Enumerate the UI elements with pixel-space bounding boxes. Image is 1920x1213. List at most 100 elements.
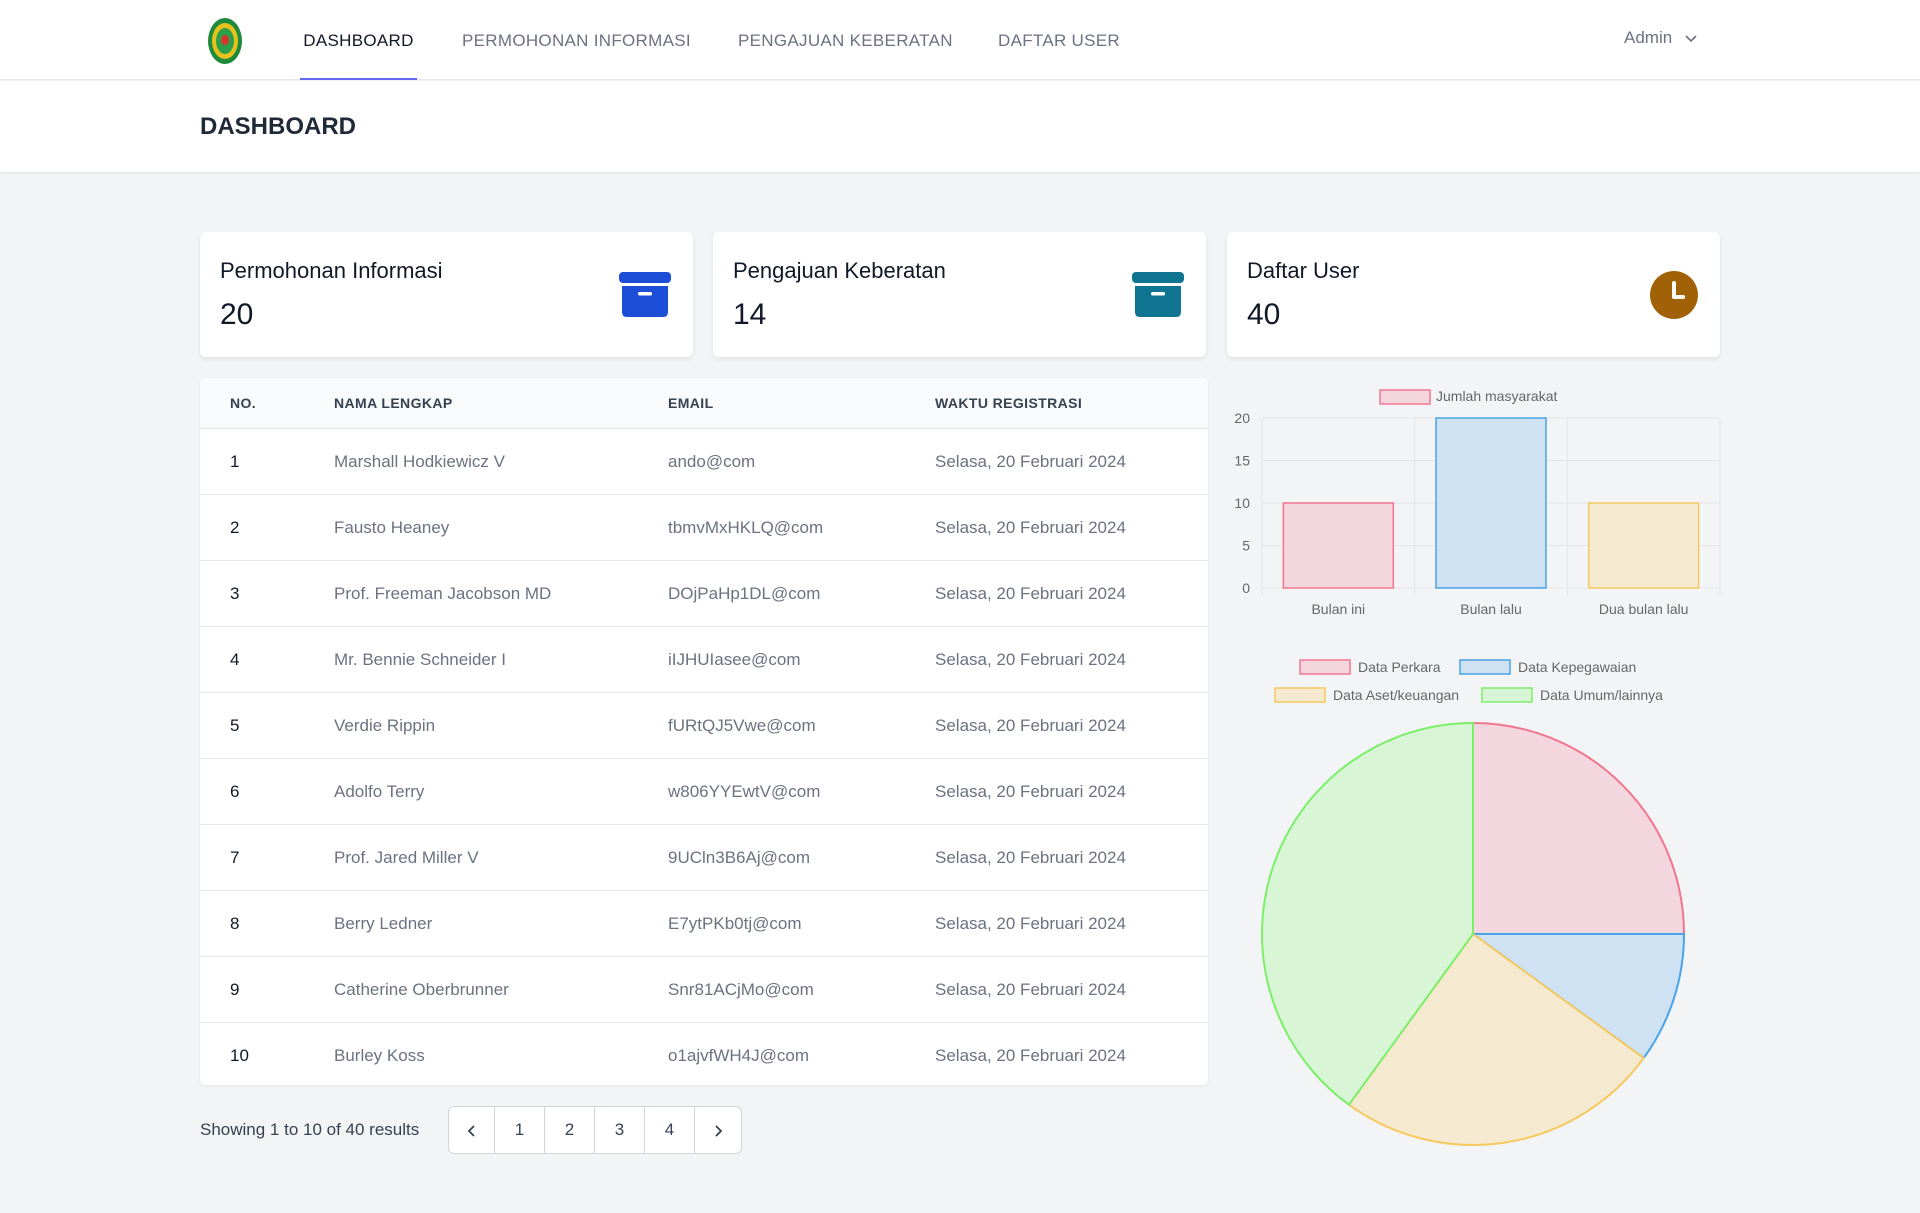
x-tick-label: Bulan lalu: [1460, 601, 1522, 617]
cell-email: tbmvMxHKLQ@com: [668, 518, 824, 537]
bar: [1282, 502, 1395, 589]
cell-email: E7ytPKb0tj@com: [668, 914, 802, 933]
cell-registration-time: Selasa, 20 Februari 2024: [935, 980, 1126, 999]
header-no: NO.: [230, 395, 257, 411]
pie-chart: Data Perkara Data Kepegawaian Data Aset/ke…: [1261, 659, 1686, 1146]
card-label: Pengajuan Keberatan: [733, 258, 946, 283]
cell-no: 8: [230, 914, 240, 933]
cell-registration-time: Selasa, 20 Februari 2024: [935, 518, 1126, 537]
card-permohonan-informasi: Permohonan Informasi 20: [200, 232, 693, 357]
legend-swatch: [1459, 659, 1511, 675]
nav-daftar-user[interactable]: DAFTAR USER: [998, 0, 1120, 80]
cell-name: Burley Koss: [334, 1046, 425, 1065]
y-tick-label: 20: [1234, 410, 1250, 426]
cell-email: iIJHUIasee@com: [668, 650, 801, 669]
cell-no: 7: [230, 848, 240, 867]
prev-page-button[interactable]: [449, 1107, 495, 1153]
page-1-button[interactable]: 1: [495, 1107, 545, 1153]
pagination-summary: Showing 1 to 10 of 40 results: [200, 1120, 420, 1139]
chevron-left-icon: [467, 1124, 475, 1137]
pie-slice: [1472, 721, 1686, 935]
page-3-button[interactable]: 3: [595, 1107, 645, 1153]
legend-swatch: [1379, 389, 1431, 405]
cell-name: Fausto Heaney: [334, 518, 450, 537]
cell-name: Prof. Jared Miller V: [334, 848, 479, 867]
cell-name: Berry Ledner: [334, 914, 433, 933]
cell-registration-time: Selasa, 20 Februari 2024: [935, 782, 1126, 801]
legend-swatch: [1274, 687, 1326, 703]
table-row: 9 Catherine Oberbrunner Snr81ACjMo@com Sela…: [200, 956, 1208, 1022]
cell-email: o1ajvfWH4J@com: [668, 1046, 810, 1065]
y-tick-label: 15: [1234, 453, 1250, 469]
header-nama-lengkap: NAMA LENGKAP: [334, 395, 453, 411]
user-name: Admin: [1624, 28, 1673, 47]
archive-icon: [1132, 272, 1184, 317]
cell-registration-time: Selasa, 20 Februari 2024: [935, 716, 1126, 735]
next-page-button[interactable]: [695, 1107, 741, 1153]
table-row: 2 Fausto Heaney tbmvMxHKLQ@com Selasa, 20 F…: [200, 494, 1208, 560]
top-navbar: DASHBOARD PERMOHONAN INFORMASI PENGAJUAN…: [0, 0, 1920, 80]
legend-label: Data Aset/keuangan: [1333, 687, 1459, 703]
table-row: 1 Marshall Hodkiewicz V ando@com Selasa, 20…: [200, 428, 1208, 494]
cell-email: ando@com: [668, 452, 756, 471]
nav-pengajuan-keberatan[interactable]: PENGAJUAN KEBERATAN: [738, 0, 953, 80]
table-row: 6 Adolfo Terry w806YYEwtV@com Selasa, 20 Fe…: [200, 758, 1208, 824]
cell-no: 6: [230, 782, 240, 801]
pagination: 1 2 3 4: [448, 1106, 742, 1154]
user-menu[interactable]: Admin: [1624, 28, 1698, 48]
legend-label: Jumlah masyarakat: [1436, 388, 1557, 404]
table-row: 7 Prof. Jared Miller V 9UCln3B6Aj@com Selas…: [200, 824, 1208, 890]
page-2-button[interactable]: 2: [545, 1107, 595, 1153]
cell-registration-time: Selasa, 20 Februari 2024: [935, 650, 1126, 669]
card-label: Daftar User: [1247, 258, 1360, 283]
card-daftar-user: Daftar User 40: [1227, 232, 1720, 357]
cell-registration-time: Selasa, 20 Februari 2024: [935, 452, 1126, 471]
page-header: DASHBOARD: [0, 81, 1920, 172]
page-4-button[interactable]: 4: [645, 1107, 695, 1153]
card-label: Permohonan Informasi: [220, 258, 443, 283]
bar-chart: Jumlah masyarakat 0 5 10 15 20 Bulan ini Bulan …: [1234, 388, 1721, 617]
legend-swatch: [1299, 659, 1351, 675]
cell-registration-time: Selasa, 20 Februari 2024: [935, 584, 1126, 603]
card-value: 14: [733, 298, 767, 331]
cell-name: Verdie Rippin: [334, 716, 436, 735]
table-row: 5 Verdie Rippin fURtQJ5Vwe@com Selasa, 20 F…: [200, 692, 1208, 758]
chevron-down-icon: [1685, 35, 1697, 43]
cell-name: Catherine Oberbrunner: [334, 980, 509, 999]
legend-swatch: [1481, 687, 1533, 703]
legend-label: Data Perkara: [1358, 659, 1441, 675]
table-row: 8 Berry Ledner E7ytPKb0tj@com Selasa, 20 Fe…: [200, 890, 1208, 956]
cell-email: fURtQJ5Vwe@com: [668, 716, 816, 735]
archive-icon: [619, 272, 671, 317]
cell-name: Adolfo Terry: [334, 782, 425, 801]
cell-no: 1: [230, 452, 240, 471]
clock-icon: [1650, 271, 1698, 319]
header-waktu-registrasi: WAKTU REGISTRASI: [935, 395, 1083, 411]
card-pengajuan-keberatan: Pengajuan Keberatan 14: [713, 232, 1206, 357]
cell-email: DOjPaHp1DL@com: [668, 584, 821, 603]
cell-email: Snr81ACjMo@com: [668, 980, 814, 999]
cell-no: 2: [230, 518, 240, 537]
cell-registration-time: Selasa, 20 Februari 2024: [935, 1046, 1126, 1065]
cell-registration-time: Selasa, 20 Februari 2024: [935, 848, 1126, 867]
table-header: NO. NAMA LENGKAP EMAIL WAKTU REGISTRASI: [200, 378, 1208, 428]
bar: [1435, 417, 1547, 589]
cell-no: 4: [230, 650, 240, 669]
page-title: DASHBOARD: [200, 113, 356, 140]
y-tick-label: 0: [1242, 580, 1250, 596]
nav-dashboard[interactable]: DASHBOARD: [300, 0, 417, 80]
cell-name: Prof. Freeman Jacobson MD: [334, 584, 552, 603]
nav-permohonan-informasi[interactable]: PERMOHONAN INFORMASI: [462, 0, 691, 80]
cell-name: Mr. Bennie Schneider I: [334, 650, 506, 669]
cell-no: 3: [230, 584, 240, 603]
users-table: NO. NAMA LENGKAP EMAIL WAKTU REGISTRASI …: [200, 378, 1208, 1085]
y-tick-label: 10: [1234, 495, 1250, 511]
x-tick-label: Bulan ini: [1311, 601, 1365, 617]
cell-no: 5: [230, 716, 240, 735]
logo[interactable]: [206, 16, 244, 66]
legend-label: Data Umum/lainnya: [1540, 687, 1663, 703]
table-row: 10 Burley Koss o1ajvfWH4J@com Selasa, 20 Fe…: [200, 1022, 1208, 1085]
card-value: 40: [1247, 298, 1281, 331]
table-row: 4 Mr. Bennie Schneider I iIJHUIasee@com Sel…: [200, 626, 1208, 692]
table-row: 3 Prof. Freeman Jacobson MD DOjPaHp1DL@com…: [200, 560, 1208, 626]
